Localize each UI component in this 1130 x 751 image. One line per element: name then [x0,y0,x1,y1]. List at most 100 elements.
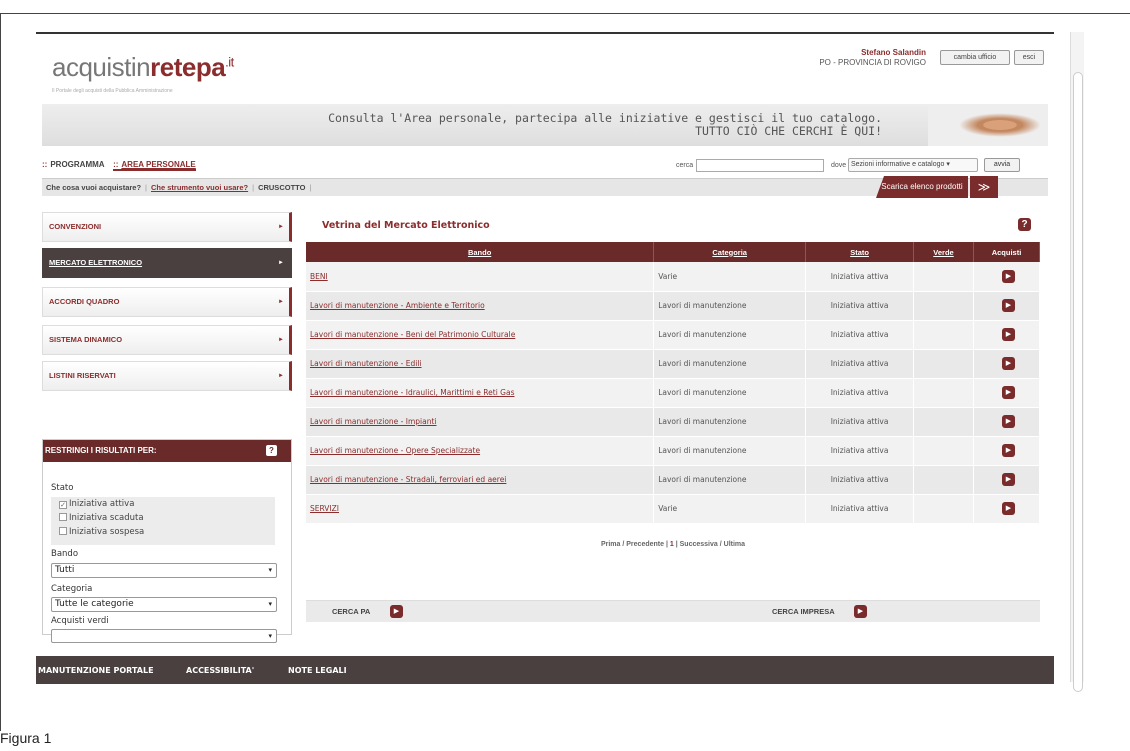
help-icon[interactable]: ? [266,445,277,456]
bando-link[interactable]: Lavori di manutenzione - Opere Specializ… [306,436,655,466]
bando-link[interactable]: Lavori di manutenzione - Impianti [306,407,655,437]
categoria-value: Tutte le categorie [55,599,134,609]
chevron-down-icon: ▾ [268,632,272,640]
verde-cell [913,494,974,524]
footer-link-accessibilita[interactable]: ACCESSIBILITA' [186,666,254,675]
table-row: Lavori di manutenzione - Ambiente e Terr… [306,291,1040,321]
bando-label: Bando [51,549,79,559]
scrollbar-thumb[interactable] [1073,72,1083,692]
column-header-verde[interactable]: Verde [913,242,974,262]
categoria-cell: Lavori di manutenzione [653,320,807,350]
expand-toggle-icon[interactable]: ≫ [970,176,998,198]
acquisti-cell: ▶ [973,494,1040,524]
verdi-select[interactable]: ▾ [51,629,277,643]
change-office-button[interactable]: cambia ufficio [940,50,1010,65]
site-logo[interactable]: acquistinretepa.it [52,52,234,83]
column-header-categoria[interactable]: Categoria [653,242,807,262]
search-input[interactable] [696,159,824,172]
help-icon[interactable]: ? [1018,218,1031,231]
table-row: Lavori di manutenzione - Idraulici, Mari… [306,378,1040,408]
table-row: Lavori di manutenzione - Edili Lavori di … [306,349,1040,379]
sidebar-item-mercato-elettronico[interactable]: MERCATO ELETTRONICO ► [42,248,292,278]
checkbox[interactable] [59,513,67,521]
pager-prev[interactable]: Precedente [626,541,664,548]
play-arrow-icon[interactable]: ▶ [1002,386,1015,399]
cerca-pa-button[interactable]: ▶ [390,605,403,618]
column-header-bando[interactable]: Bando [306,242,655,262]
play-arrow-icon[interactable]: ▶ [1002,473,1015,486]
bando-link[interactable]: Lavori di manutenzione - Stradali, ferro… [306,465,655,495]
tab-dots: :: [42,160,48,169]
categoria-cell: Lavori di manutenzione [653,407,807,437]
option-label: Iniziativa sospesa [69,527,145,537]
sidebar-item-accordi-quadro[interactable]: ACCORDI QUADRO ► [42,287,292,317]
cerca-impresa-button[interactable]: ▶ [854,605,867,618]
dove-select[interactable]: Sezioni informative e catalogo ▾ [848,158,978,172]
tab-dots: :: [113,160,119,169]
download-products-button[interactable]: Scarica elenco prodotti [876,176,968,198]
play-arrow-icon[interactable]: ▶ [1002,328,1015,341]
table-row: SERVIZI Varie Iniziativa attiva ▶ [306,494,1040,524]
acquisti-cell: ▶ [973,407,1040,437]
arrow-right-icon: ► [278,373,284,379]
dove-label: dove [831,162,847,169]
search-label: cerca [676,162,694,169]
bando-link[interactable]: Lavori di manutenzione - Edili [306,349,655,379]
table-header-row: Bando Categoria Stato Verde Acquisti [306,242,1040,262]
stato-cell: Iniziativa attiva [805,436,915,466]
acquisti-cell: ▶ [973,320,1040,350]
column-header-stato[interactable]: Stato [805,242,915,262]
pager-last[interactable]: Ultima [724,541,745,548]
bando-select[interactable]: Tutti ▾ [51,563,277,578]
sidebar-item-label: LISTINI RISERVATI [49,371,116,380]
secondary-nav-items: Che cosa vuoi acquistare? | Che strumento … [46,183,315,192]
play-arrow-icon[interactable]: ▶ [1002,415,1015,428]
tab-programma[interactable]: :: PROGRAMMA [42,160,105,169]
user-office: PO - PROVINCIA DI ROVIGO [819,58,926,67]
play-arrow-icon[interactable]: ▶ [1002,357,1015,370]
filter-header: RESTRINGI I RISULTATI PER: ? [43,440,291,462]
categoria-cell: Varie [653,262,807,292]
checkbox[interactable]: ✓ [59,501,67,509]
bando-link[interactable]: Lavori di manutenzione - Ambiente e Terr… [306,291,655,321]
sidebar-item-convenzioni[interactable]: CONVENZIONI ► [42,212,292,242]
stato-option-scaduta[interactable]: Iniziativa scaduta [59,513,144,523]
bando-link[interactable]: Lavori di manutenzione - Beni del Patrim… [306,320,655,350]
sidebar-item-sistema-dinamico[interactable]: SISTEMA DINAMICO ► [42,325,292,355]
acquisti-cell: ▶ [973,291,1040,321]
logout-button[interactable]: esci [1014,50,1044,65]
pager-first[interactable]: Prima [601,541,620,548]
stato-option-sospesa[interactable]: Iniziativa sospesa [59,527,144,537]
stato-option-attiva[interactable]: ✓ Iniziativa attiva [59,499,134,509]
sidebar-item-label: ACCORDI QUADRO [49,297,120,306]
categoria-cell: Lavori di manutenzione [653,436,807,466]
play-arrow-icon[interactable]: ▶ [1002,502,1015,515]
chevron-down-icon: ▾ [268,566,272,574]
verde-cell [913,291,974,321]
nav-which-tool[interactable]: Che strumento vuoi usare? [151,183,248,192]
play-arrow-icon[interactable]: ▶ [1002,444,1015,457]
play-arrow-icon[interactable]: ▶ [1002,269,1015,283]
nav-what-to-buy[interactable]: Che cosa vuoi acquistare? [46,183,141,192]
categoria-select[interactable]: Tutte le categorie ▾ [51,597,277,612]
sidebar-item-listini-riservati[interactable]: LISTINI RISERVATI ► [42,361,292,391]
play-arrow-icon[interactable]: ▶ [1002,299,1015,312]
logo-part2: retepa [150,52,226,82]
checkbox[interactable] [59,527,67,535]
acquisti-cell: ▶ [973,349,1040,379]
footer-link-note-legali[interactable]: NOTE LEGALI [288,666,347,675]
nav-cruscotto[interactable]: CRUSCOTTO [258,183,305,192]
search-go-button[interactable]: avvia [984,158,1020,172]
bando-link[interactable]: BENI [306,262,655,292]
vertical-scrollbar[interactable] [1070,32,1084,692]
bando-link[interactable]: Lavori di manutenzione - Idraulici, Mari… [306,378,655,408]
footer-link-manutenzione[interactable]: MANUTENZIONE PORTALE [38,666,154,675]
pager-next[interactable]: Successiva [680,541,718,548]
bando-link[interactable]: SERVIZI [306,494,655,524]
column-header-acquisti: Acquisti [973,242,1040,262]
tab-area-personale[interactable]: :: AREA PERSONALE [113,160,196,171]
promo-banner[interactable]: Consulta l'Area personale, partecipa all… [42,104,1048,146]
option-label: Iniziativa attiva [69,499,135,509]
figure-caption: Figura 1 [0,730,52,746]
arrow-right-icon: ► [278,260,284,266]
